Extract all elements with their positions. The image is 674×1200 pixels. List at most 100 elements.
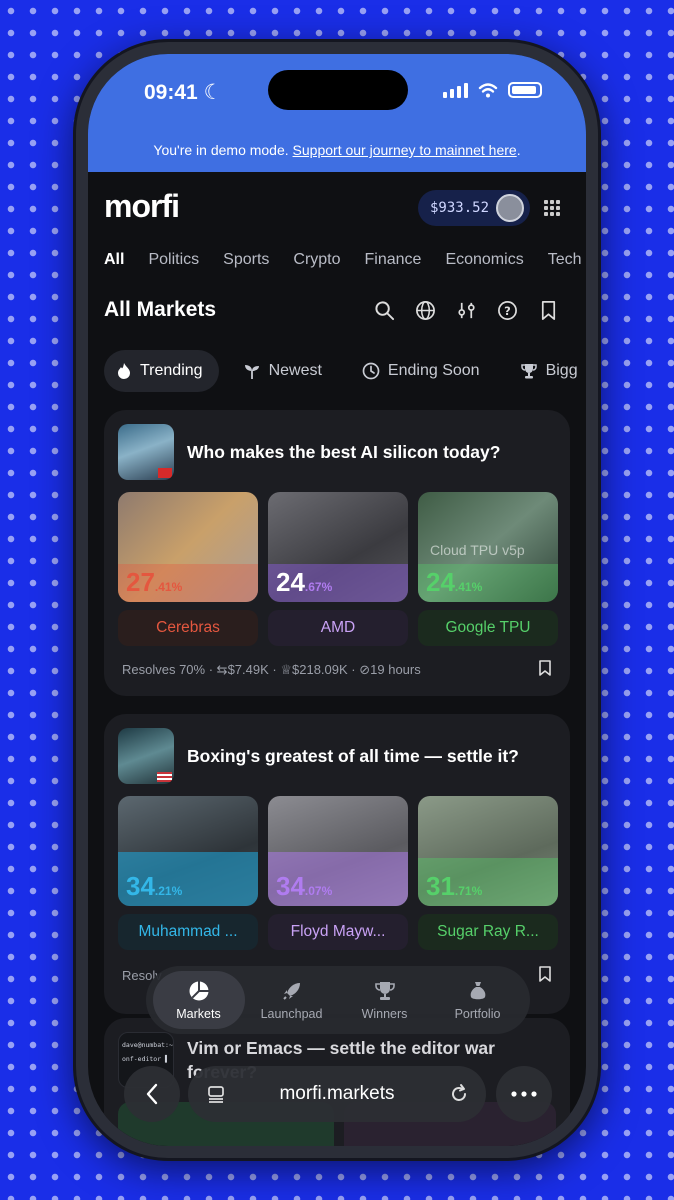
nav-portfolio[interactable]: Portfolio (432, 971, 524, 1029)
tab-crypto[interactable]: Crypto (293, 251, 340, 269)
option-image: Cloud TPU v5p 24.41% (418, 492, 558, 602)
nav-label: Portfolio (454, 1006, 501, 1021)
globe-icon[interactable] (415, 300, 436, 321)
filter-newest[interactable]: Newest (231, 350, 338, 392)
filter-ending-soon[interactable]: Ending Soon (350, 350, 496, 392)
option-image: 34.07% (268, 796, 408, 906)
option-floyd[interactable]: 34.07% Floyd Mayw... (268, 796, 408, 950)
tab-sports[interactable]: Sports (223, 251, 269, 269)
dynamic-island (268, 70, 408, 110)
screen: 09:41 ☾ You're in demo mode. Support our… (88, 54, 586, 1146)
tab-all[interactable]: All (104, 251, 124, 269)
option-sugar-ray[interactable]: 31.71% Sugar Ray R... (418, 796, 558, 950)
market-question: Who makes the best AI silicon today? (187, 442, 501, 462)
option-percent: 34.07% (276, 871, 333, 901)
help-icon[interactable]: ? (497, 300, 518, 321)
prize-value: $218.09K (292, 662, 348, 677)
filter-sliders-icon[interactable] (456, 300, 477, 321)
balance-pill[interactable]: $933.52 (418, 190, 530, 226)
status-time: 09:41 ☾ (144, 81, 223, 104)
option-image: 24.67% (268, 492, 408, 602)
reader-icon (208, 1086, 224, 1103)
time-left: 19 hours (370, 662, 421, 677)
option-percent: 34.21% (126, 871, 183, 901)
reload-icon[interactable] (448, 1083, 470, 1105)
chevron-left-icon (146, 1083, 158, 1105)
flag-icon (158, 468, 172, 478)
support-link[interactable]: Support our journey to mainnet here (293, 142, 517, 158)
tab-politics[interactable]: Politics (148, 251, 199, 269)
option-name: Muhammad ... (118, 914, 258, 950)
option-name: AMD (268, 610, 408, 646)
option-name: Cerebras (118, 610, 258, 646)
apps-grid-icon[interactable] (544, 200, 560, 216)
trophy-icon (520, 364, 537, 379)
more-dots-icon (511, 1091, 537, 1097)
bookmark-icon[interactable] (538, 300, 559, 321)
demo-banner: You're in demo mode. Support our journey… (88, 142, 586, 158)
search-icon[interactable] (374, 300, 395, 321)
option-name: Google TPU (418, 610, 558, 646)
market-card[interactable]: Who makes the best AI silicon today? 27.… (104, 410, 570, 696)
category-tabs: All Politics Sports Crypto Finance Econo… (104, 251, 581, 269)
nav-winners[interactable]: Winners (339, 971, 431, 1029)
market-question: Boxing's greatest of all time — settle i… (187, 746, 519, 766)
filter-label: Trending (140, 362, 203, 379)
filter-biggest[interactable]: Bigg (508, 350, 586, 392)
wifi-icon (478, 83, 498, 98)
option-percent: 27.41% (126, 567, 183, 597)
clock-icon (362, 362, 380, 380)
option-image: 34.21% (118, 796, 258, 906)
bookmark-icon[interactable] (538, 966, 552, 982)
bookmark-icon[interactable] (538, 660, 552, 676)
trophy-icon (374, 981, 395, 1000)
question-line: Vim or Emacs — settle the editor war (187, 1038, 495, 1058)
pie-chart-icon (189, 981, 208, 1000)
url-text: morfi.markets (279, 1083, 395, 1104)
back-button[interactable] (124, 1066, 180, 1122)
tab-tech[interactable]: Tech (548, 251, 582, 269)
moon-icon: ☾ (203, 81, 223, 104)
nav-markets[interactable]: Markets (152, 971, 245, 1029)
option-amd[interactable]: 24.67% AMD (268, 492, 408, 646)
terminal-line: onf-editor ▌ (122, 1055, 169, 1063)
money-bag-icon (470, 981, 485, 999)
sprout-icon (244, 365, 259, 379)
filter-trending[interactable]: Trending (104, 350, 219, 392)
resolves-text: Resolves 70% (122, 662, 206, 677)
sort-filters: Trending Newest Ending Soon Bigg (104, 350, 586, 392)
phone-frame: 09:41 ☾ You're in demo mode. Support our… (76, 42, 598, 1158)
more-button[interactable] (496, 1066, 552, 1122)
toolbar: ? (374, 300, 559, 321)
battery-icon (508, 82, 542, 98)
timer-icon: ⊘ (359, 662, 371, 677)
market-thumbnail (118, 728, 174, 784)
option-name: Floyd Mayw... (268, 914, 408, 950)
tab-finance[interactable]: Finance (365, 251, 422, 269)
option-google-tpu[interactable]: Cloud TPU v5p 24.41% Google TPU (418, 492, 558, 646)
page-title: All Markets (104, 298, 217, 321)
option-percent: 24.67% (276, 567, 333, 597)
market-options: 27.41% Cerebras 24.67% AMD Cloud TPU v5p (118, 492, 558, 646)
status-icons (443, 82, 542, 98)
tab-economics[interactable]: Economics (445, 251, 523, 269)
option-cerebras[interactable]: 27.41% Cerebras (118, 492, 258, 646)
svg-text:?: ? (504, 304, 511, 318)
option-muhammad[interactable]: 34.21% Muhammad ... (118, 796, 258, 950)
option-percent: 31.71% (426, 871, 483, 901)
address-bar[interactable]: morfi.markets (188, 1066, 486, 1122)
market-options: 34.21% Muhammad ... 34.07% Floyd Mayw...… (118, 796, 558, 950)
volume-value: $7.49K (227, 662, 269, 677)
signal-icon (443, 82, 468, 98)
logo[interactable]: morfi (104, 188, 180, 225)
balance-value: $933.52 (430, 200, 490, 216)
avatar (496, 194, 524, 222)
option-name: Sugar Ray R... (418, 914, 558, 950)
nav-launchpad[interactable]: Launchpad (246, 971, 338, 1029)
market-meta: Resolves 70% · ⇆$7.49K · ♕$218.09K · ⊘19… (122, 662, 421, 677)
flame-icon (118, 363, 130, 379)
chip-label-overlay: Cloud TPU v5p (430, 542, 525, 558)
demo-suffix: . (516, 142, 521, 158)
trophy-small-icon: ♕ (280, 662, 292, 677)
nav-label: Launchpad (260, 1006, 323, 1021)
